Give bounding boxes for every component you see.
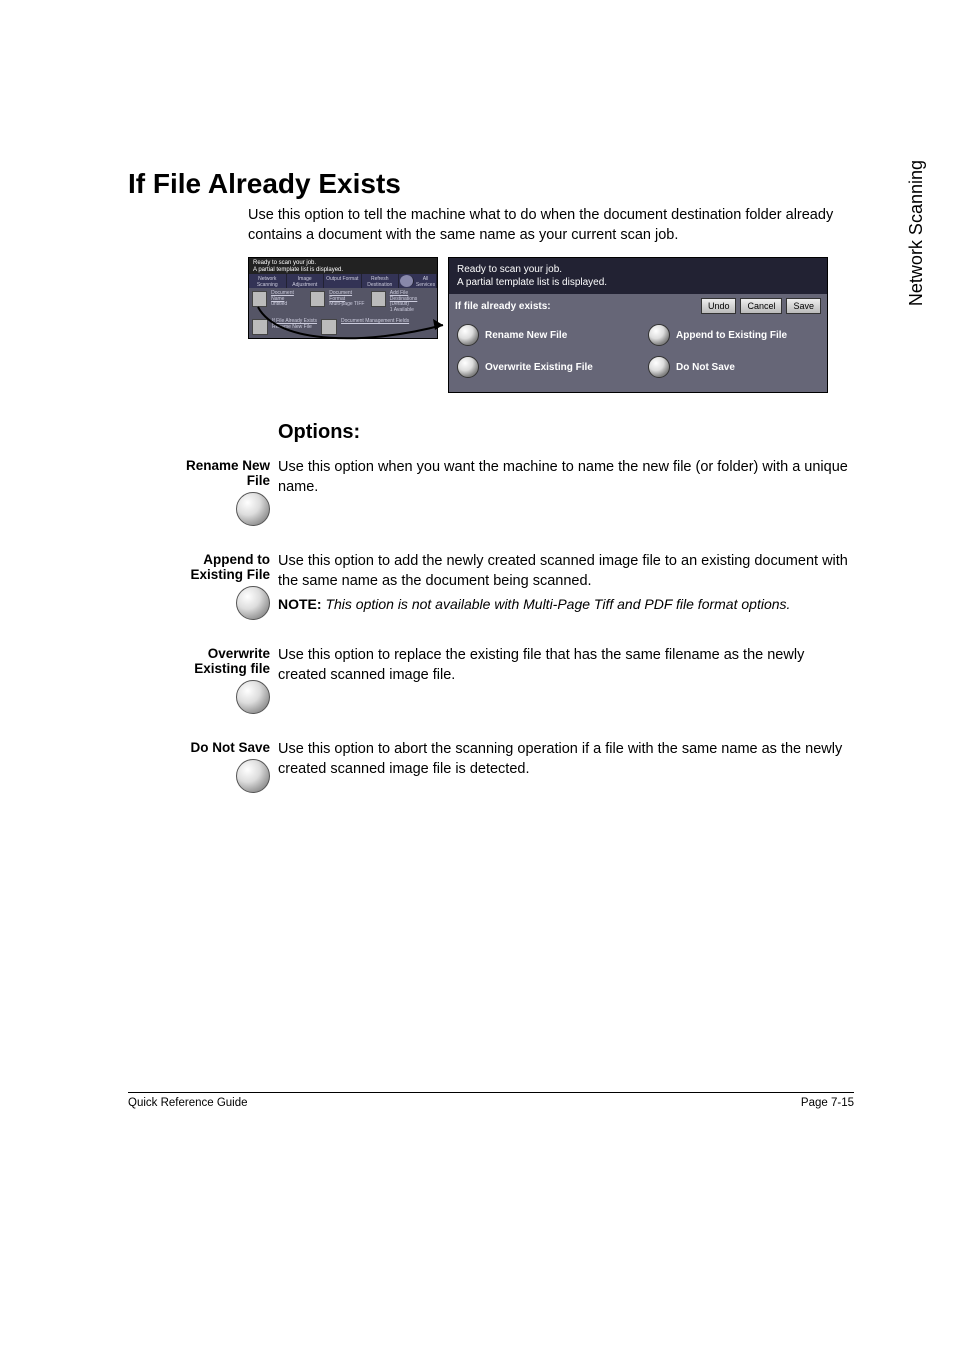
option-do-not-save[interactable]: Do Not Save — [648, 356, 819, 378]
option-desc-body: Use this option to abort the scanning op… — [278, 740, 854, 793]
dialog-bar-label: If file already exists: — [455, 301, 551, 312]
footer-right: Page 7-15 — [801, 1097, 854, 1109]
save-button[interactable]: Save — [786, 298, 821, 314]
thumb-tab-refresh-destination: Refresh Destination — [362, 274, 400, 288]
page-footer: Quick Reference Guide Page 7-15 — [128, 1092, 854, 1109]
thumb-btn-add-destinations: Add File Destinations — [390, 290, 418, 302]
option-desc-append-to-existing: Append toExisting File Use this option t… — [128, 552, 854, 620]
option-desc-body: Use this option to replace the existing … — [278, 646, 854, 714]
screenshot-figures: Ready to scan your job. A partial templa… — [248, 257, 854, 393]
thumb-status-line1: Ready to scan your job. — [253, 260, 433, 267]
option-label: Append to Existing File — [676, 330, 787, 341]
option-desc-label: Do Not Save — [128, 740, 270, 755]
doc-mgmt-fields-icon — [321, 319, 337, 335]
globe-icon — [400, 275, 414, 287]
thumb-tab-network-scanning: Network Scanning — [249, 274, 287, 288]
radio-sphere-icon — [236, 680, 270, 714]
cancel-button[interactable]: Cancel — [740, 298, 782, 314]
thumb-status-line2: A partial template list is displayed. — [253, 267, 433, 274]
option-desc-do-not-save: Do Not Save Use this option to abort the… — [128, 740, 854, 793]
thumb-btn-document-name: Document Name — [271, 290, 294, 302]
page-content: If File Already Exists Use this option t… — [128, 168, 854, 819]
settings-panel-thumbnail: Ready to scan your job. A partial templa… — [248, 257, 438, 339]
undo-button[interactable]: Undo — [701, 298, 737, 314]
dialog-status-line1: Ready to scan your job. — [457, 263, 819, 276]
dialog-status-line2: A partial template list is displayed. — [457, 276, 819, 289]
option-desc-label: OverwriteExisting file — [128, 646, 270, 676]
thumb-tab-all-services: All Services — [415, 274, 437, 288]
if-file-exists-icon — [252, 319, 268, 335]
thumb-tab-output-format: Output Format — [324, 274, 362, 288]
option-desc-label: Append toExisting File — [128, 552, 270, 582]
radio-sphere-icon — [236, 492, 270, 526]
thumb-btn-document-format: Document Format — [329, 290, 352, 302]
radio-sphere-icon — [236, 586, 270, 620]
add-destinations-icon — [371, 291, 386, 307]
radio-icon — [457, 324, 479, 346]
if-file-exists-dialog: Ready to scan your job. A partial templa… — [448, 257, 828, 393]
option-desc-rename-new-file: Rename NewFile Use this option when you … — [128, 458, 854, 526]
option-overwrite-existing[interactable]: Overwrite Existing File — [457, 356, 628, 378]
radio-icon — [648, 324, 670, 346]
option-label: Rename New File — [485, 330, 567, 341]
thumb-tab-image-adjustment: Image Adjustment — [287, 274, 325, 288]
option-label: Overwrite Existing File — [485, 362, 593, 373]
radio-sphere-icon — [236, 759, 270, 793]
radio-icon — [457, 356, 479, 378]
options-heading: Options: — [278, 421, 854, 444]
option-desc-label: Rename NewFile — [128, 458, 270, 488]
footer-left: Quick Reference Guide — [128, 1097, 248, 1109]
intro-paragraph: Use this option to tell the machine what… — [248, 206, 854, 245]
page-title: If File Already Exists — [128, 168, 854, 200]
option-desc-note: NOTE: This option is not available with … — [278, 595, 854, 614]
document-name-icon — [252, 291, 267, 307]
option-rename-new-file[interactable]: Rename New File — [457, 324, 628, 346]
option-label: Do Not Save — [676, 362, 735, 373]
option-append-to-existing[interactable]: Append to Existing File — [648, 324, 819, 346]
thumb-btn-doc-mgmt-fields: Document Management Fields — [341, 318, 409, 324]
section-side-label: Network Scanning — [906, 160, 927, 306]
document-format-icon — [310, 291, 325, 307]
radio-icon — [648, 356, 670, 378]
option-desc-overwrite-existing: OverwriteExisting file Use this option t… — [128, 646, 854, 714]
option-desc-body: Use this option to add the newly created… — [278, 553, 848, 589]
option-desc-body: Use this option when you want the machin… — [278, 458, 854, 526]
